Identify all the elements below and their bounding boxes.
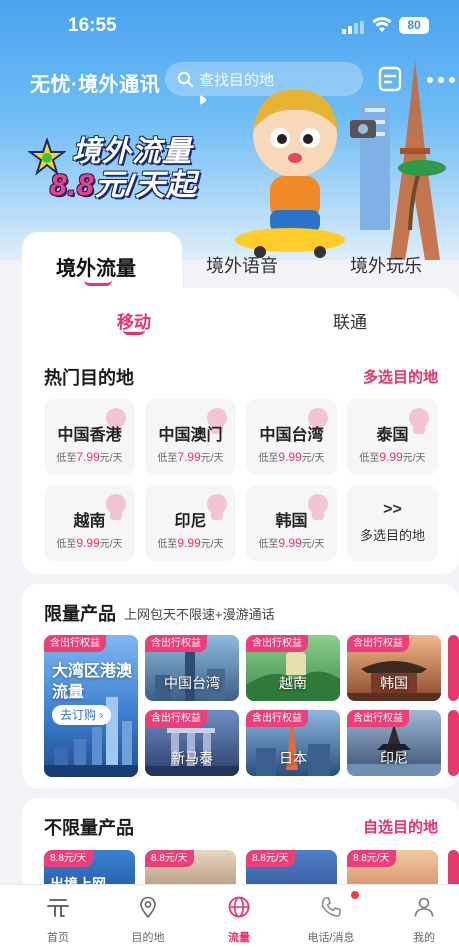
destination-name: 韩国 (275, 513, 308, 530)
product-partial-next[interactable] (448, 710, 459, 776)
signal-icon (342, 21, 364, 34)
product-tag: 含出行权益 (145, 635, 207, 652)
nav-label: 流量 (228, 932, 250, 944)
nav-label: 目的地 (131, 932, 165, 944)
product-partial-next[interactable] (448, 635, 459, 701)
tab-overseas-data[interactable]: 境外流量 (56, 252, 136, 281)
overseas-data-panel: 移动 联通 热门目的地 多选目的地 中国香港 低至7.99元/天 中国澳门 低至… (22, 288, 459, 574)
nav-label: 电话/消息 (307, 932, 355, 944)
destination-indonesia[interactable]: 印尼 低至9.99元/天 (145, 485, 236, 561)
daily-price-tag: 8.8元/天 (246, 850, 295, 867)
hot-destinations-title: 热门目的地 (44, 368, 134, 388)
status-bar: 16:55 80 (0, 0, 459, 50)
profile-icon (414, 897, 434, 917)
location-pin-icon (140, 896, 156, 919)
promo-price-line: 8.8元/天起 (50, 160, 197, 204)
product-vietnam[interactable]: 含出行权益 越南 (246, 635, 340, 701)
product-tag: 含出行权益 (347, 710, 409, 727)
main-tab-bar: 境外流量 境外语音 境外玩乐 (22, 232, 459, 292)
product-greater-bay-area[interactable]: 含出行权益 大湾区港澳 流量 去订购 › (44, 635, 138, 777)
destination-more-button[interactable]: >> 多选目的地 (347, 485, 438, 561)
nav-data[interactable]: 流量 (193, 885, 285, 948)
buy-now-button[interactable]: 去订购 › (52, 705, 112, 725)
product-label: 日本 (279, 750, 307, 766)
destination-price: 低至7.99元/天 (56, 450, 123, 464)
destination-korea[interactable]: 韩国 低至9.99元/天 (246, 485, 337, 561)
tab-overseas-voice[interactable]: 境外语音 (206, 252, 278, 278)
battery-icon: 80 (399, 17, 429, 34)
destination-price: 低至9.99元/天 (56, 536, 123, 550)
nav-destinations[interactable]: 目的地 (102, 885, 194, 948)
daily-price-tag: 8.8元/天 (44, 850, 93, 867)
travel-mascot-illustration (200, 60, 446, 260)
limited-products-title: 限量产品 (44, 604, 116, 624)
destination-price: 低至7.99元/天 (157, 450, 224, 464)
nav-phone-messages[interactable]: 电话/消息 (285, 885, 377, 948)
destination-name: 泰国 (376, 427, 409, 444)
product-label: 越南 (279, 675, 307, 691)
unlimited-products-title: 不限量产品 (44, 818, 134, 838)
product-indonesia[interactable]: 含出行权益 印尼 (347, 710, 441, 776)
destination-name: 中国澳门 (158, 427, 223, 444)
nav-profile[interactable]: 我的 (378, 885, 459, 948)
destination-price: 低至9.99元/天 (157, 536, 224, 550)
app-title: 无忧·境外通讯 (30, 74, 161, 96)
destination-price: 低至9.99元/天 (258, 450, 325, 464)
subtab-active-indicator (123, 330, 145, 335)
nav-home[interactable]: 首页 (12, 885, 104, 948)
wifi-icon (372, 17, 392, 32)
destination-hongkong[interactable]: 中国香港 低至7.99元/天 (44, 399, 135, 475)
product-label: 中国台湾 (164, 675, 220, 691)
product-korea[interactable]: 含出行权益 韩国 (347, 635, 441, 701)
promo-price: 8.8 (50, 169, 95, 202)
product-tag: 含出行权益 (44, 635, 106, 652)
hero-banner[interactable]: 16:55 80 无忧·境外通讯 查找目的地 境外流量 8.8元/天起 (0, 0, 459, 260)
daily-price-tag: 8.8元/天 (145, 850, 194, 867)
product-label: 韩国 (380, 675, 408, 691)
tab-overseas-fun[interactable]: 境外玩乐 (350, 252, 422, 278)
tab-active-indicator (84, 280, 112, 286)
limited-products-subtitle: 上网包天不限速+漫游通话 (124, 607, 275, 622)
product-tag: 含出行权益 (347, 635, 409, 652)
notification-badge (351, 891, 359, 899)
destination-macau[interactable]: 中国澳门 低至7.99元/天 (145, 399, 236, 475)
tab-china-unicom[interactable]: 联通 (333, 308, 367, 333)
destination-name: 中国台湾 (259, 427, 324, 444)
globe-icon (228, 896, 250, 918)
product-tag: 含出行权益 (246, 635, 308, 652)
multi-select-destinations-link[interactable]: 多选目的地 (363, 366, 438, 387)
more-destinations-label: 多选目的地 (359, 528, 425, 543)
destination-name: 印尼 (174, 513, 207, 530)
search-icon (177, 71, 193, 87)
destination-price: 低至9.99元/天 (258, 536, 325, 550)
product-label: 印尼 (380, 750, 408, 766)
product-label: 新马泰 (171, 750, 213, 766)
nav-label: 首页 (47, 932, 69, 944)
limited-products-section: 限量产品 上网包天不限速+漫游通话 含出行权益 大湾区港澳 流量 去订购 › 含出… (22, 584, 459, 788)
promo-price-suffix: 元/天起 (94, 169, 198, 202)
product-title: 大湾区港澳 流量 (52, 663, 133, 701)
home-icon (47, 899, 69, 917)
destination-taiwan[interactable]: 中国台湾 低至9.99元/天 (246, 399, 337, 475)
choose-destination-link[interactable]: 自选目的地 (363, 816, 438, 837)
product-tag: 含出行权益 (145, 710, 207, 727)
product-taiwan[interactable]: 含出行权益 中国台湾 (145, 635, 239, 701)
destination-name: 中国香港 (57, 427, 122, 444)
daily-price-tag: 8.8元/天 (347, 850, 396, 867)
phone-icon (321, 897, 341, 917)
product-japan[interactable]: 含出行权益 日本 (246, 710, 340, 776)
product-singapore-malaysia-thailand[interactable]: 含出行权益 新马泰 (145, 710, 239, 776)
bottom-navigation: 首页 目的地 流量 电话/消息 我的 (0, 884, 459, 948)
product-tag: 含出行权益 (246, 710, 308, 727)
double-chevron-right-icon: >> (383, 501, 402, 518)
destination-name: 越南 (73, 513, 106, 530)
destination-vietnam[interactable]: 越南 低至9.99元/天 (44, 485, 135, 561)
status-time: 16:55 (68, 15, 117, 36)
nav-label: 我的 (413, 932, 435, 944)
destination-price: 低至9.99元/天 (359, 450, 426, 464)
destination-thailand[interactable]: 泰国 低至9.99元/天 (347, 399, 438, 475)
